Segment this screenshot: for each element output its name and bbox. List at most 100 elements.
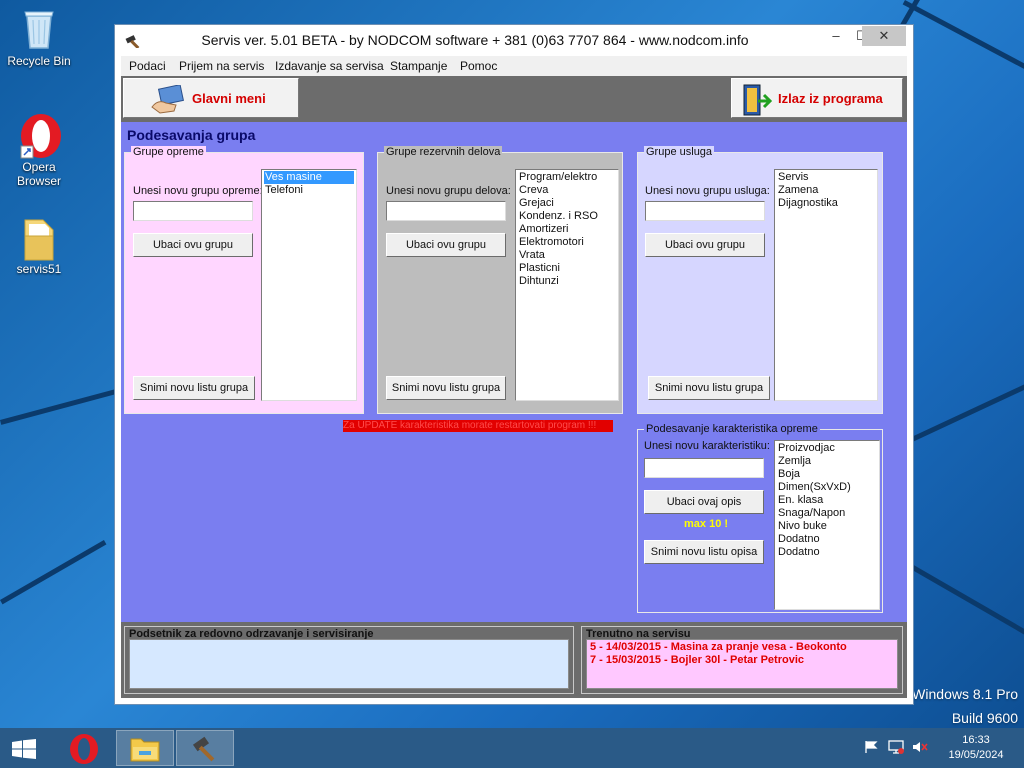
spare-parts-group-input[interactable] — [386, 201, 506, 221]
characteristic-label: Unesi novu karakteristiku: — [644, 440, 770, 452]
taskbar-servis-app[interactable] — [176, 730, 234, 766]
taskbar-file-explorer[interactable] — [116, 730, 174, 766]
menu-stampanje[interactable]: Stampanje — [390, 59, 447, 73]
list-item[interactable]: Elektromotori — [518, 236, 616, 249]
current-service-panel: Trenutno na servisu 5 - 14/03/2015 - Mas… — [581, 626, 903, 694]
desktop-icon-label: Recycle Bin — [7, 54, 71, 68]
menu-prijem-na-servis[interactable]: Prijem na servis — [179, 59, 264, 73]
list-item[interactable]: 5 - 14/03/2015 - Masina za pranje vesa -… — [587, 641, 897, 654]
maintenance-reminder-list[interactable] — [129, 639, 569, 689]
spare-parts-groups-list[interactable]: Program/elektro Creva Grejaci Kondenz. i… — [515, 169, 619, 401]
list-item[interactable]: Amortizeri — [518, 223, 616, 236]
volume-muted-icon[interactable] — [912, 740, 928, 757]
taskbar-clock[interactable]: 16:33 19/05/2024 — [940, 733, 1012, 763]
list-item[interactable]: Vrata — [518, 249, 616, 262]
service-groups-list[interactable]: Servis Zamena Dijagnostika — [774, 169, 878, 401]
page-title: Podesavanja grupa — [127, 127, 256, 143]
exit-program-button[interactable]: Izlaz iz programa — [731, 78, 903, 118]
save-spare-parts-groups-button[interactable]: Snimi novu listu grupa — [386, 376, 506, 400]
list-item[interactable]: Proizvodjac — [777, 442, 877, 455]
list-item[interactable]: Boja — [777, 468, 877, 481]
equipment-group-label: Unesi novu grupu opreme: — [133, 185, 263, 197]
add-characteristic-button[interactable]: Ubaci ovaj opis — [644, 490, 764, 514]
list-item[interactable]: Telefoni — [264, 184, 354, 197]
service-groups-legend: Grupe usluga — [644, 146, 715, 158]
clock-time: 16:33 — [962, 734, 990, 746]
equipment-groups-list[interactable]: Ves masine Telefoni — [261, 169, 357, 401]
list-item[interactable]: Program/elektro — [518, 171, 616, 184]
current-service-list[interactable]: 5 - 14/03/2015 - Masina za pranje vesa -… — [586, 639, 898, 689]
list-item[interactable]: Dodatno — [777, 546, 877, 559]
desktop-icon-servis51[interactable]: servis51 — [2, 214, 76, 276]
service-groups-panel: Grupe usluga Unesi novu grupu usluga: Ub… — [637, 146, 883, 414]
menu-izdavanje-sa-servisa[interactable]: Izdavanje sa servisa — [275, 59, 384, 73]
desktop-icon-label: servis51 — [16, 262, 62, 276]
spare-parts-group-label: Unesi novu grupu delova: — [386, 185, 511, 197]
max-note: max 10 ! — [684, 518, 729, 530]
desktop-icon-recycle-bin[interactable]: Recycle Bin — [2, 6, 76, 68]
folder-icon — [19, 214, 59, 261]
settings-content: Podesavanja grupa Grupe opreme Unesi nov… — [121, 122, 907, 622]
network-icon[interactable] — [888, 740, 904, 757]
list-item[interactable]: Dijagnostika — [777, 197, 875, 210]
hammer-icon — [191, 736, 219, 767]
list-item[interactable]: Kondenz. i RSO — [518, 210, 616, 223]
menu-podaci[interactable]: Podaci — [129, 59, 166, 73]
list-item[interactable]: Dodatno — [777, 533, 877, 546]
start-button[interactable] — [0, 730, 50, 766]
restart-warning: Za UPDATE karakteristika morate restarto… — [343, 420, 613, 432]
service-group-label: Unesi novu grupu usluga: — [645, 185, 770, 197]
characteristics-legend: Podesavanje karakteristika opreme — [644, 423, 820, 435]
menu-bar: Podaci Prijem na servis Izdavanje sa ser… — [121, 56, 907, 76]
add-service-group-button[interactable]: Ubaci ovu grupu — [645, 233, 765, 257]
list-item[interactable]: Dihtunzi — [518, 275, 616, 288]
list-item[interactable]: Nivo buke — [777, 520, 877, 533]
add-equipment-group-button[interactable]: Ubaci ovu grupu — [133, 233, 253, 257]
file-explorer-icon — [129, 735, 161, 766]
main-menu-button[interactable]: Glavni meni — [123, 78, 299, 118]
list-item[interactable]: Plasticni — [518, 262, 616, 275]
list-item[interactable]: Creva — [518, 184, 616, 197]
list-item[interactable]: Snaga/Napon — [777, 507, 877, 520]
characteristic-input[interactable] — [644, 458, 764, 478]
desktop-icon-label: Opera Browser — [16, 160, 61, 188]
flag-icon[interactable] — [864, 740, 878, 757]
windows-logo-icon — [12, 739, 36, 762]
recycle-bin-icon — [19, 6, 59, 50]
save-service-groups-button[interactable]: Snimi novu listu grupa — [648, 376, 770, 400]
window-title: Servis ver. 5.01 BETA - by NODCOM softwa… — [201, 32, 749, 48]
equipment-group-input[interactable] — [133, 201, 253, 221]
save-equipment-groups-button[interactable]: Snimi novu listu grupa — [133, 376, 255, 400]
hand-pointer-icon — [150, 84, 186, 118]
wallpaper-line — [0, 388, 118, 425]
service-group-input[interactable] — [645, 201, 765, 221]
opera-icon — [19, 112, 61, 159]
os-watermark-build: Build 9600 — [951, 710, 1018, 726]
close-button[interactable]: ✕ — [862, 26, 906, 46]
list-item[interactable]: En. klasa — [777, 494, 877, 507]
add-spare-parts-group-button[interactable]: Ubaci ovu grupu — [386, 233, 506, 257]
os-watermark-edition: Windows 8.1 Pro — [912, 686, 1018, 702]
wallpaper-line — [902, 0, 1024, 99]
title-bar[interactable]: Servis ver. 5.01 BETA - by NODCOM softwa… — [115, 25, 913, 55]
list-item[interactable]: Zamena — [777, 184, 875, 197]
list-item[interactable]: Zemlja — [777, 455, 877, 468]
desktop-icon-opera[interactable]: Opera Browser — [2, 112, 76, 188]
list-item[interactable]: Ves masine — [264, 171, 354, 184]
list-item[interactable]: Servis — [777, 171, 875, 184]
taskbar-opera[interactable] — [56, 730, 114, 766]
menu-pomoc[interactable]: Pomoc — [460, 59, 497, 73]
list-item[interactable]: 7 - 15/03/2015 - Bojler 30l - Petar Petr… — [587, 654, 897, 667]
wallpaper-line — [0, 540, 107, 605]
wallpaper-line — [905, 363, 1024, 445]
equipment-groups-legend: Grupe opreme — [131, 146, 206, 158]
app-window: Servis ver. 5.01 BETA - by NODCOM softwa… — [114, 24, 914, 705]
characteristics-list[interactable]: Proizvodjac Zemlja Boja Dimen(SxVxD) En.… — [774, 440, 880, 610]
minimize-button[interactable]: – — [823, 26, 849, 46]
exit-door-icon — [742, 83, 773, 120]
wallpaper-line — [902, 560, 1024, 645]
list-item[interactable]: Grejaci — [518, 197, 616, 210]
list-item[interactable]: Dimen(SxVxD) — [777, 481, 877, 494]
clock-date: 19/05/2024 — [948, 749, 1004, 761]
save-characteristics-button[interactable]: Snimi novu listu opisa — [644, 540, 764, 564]
